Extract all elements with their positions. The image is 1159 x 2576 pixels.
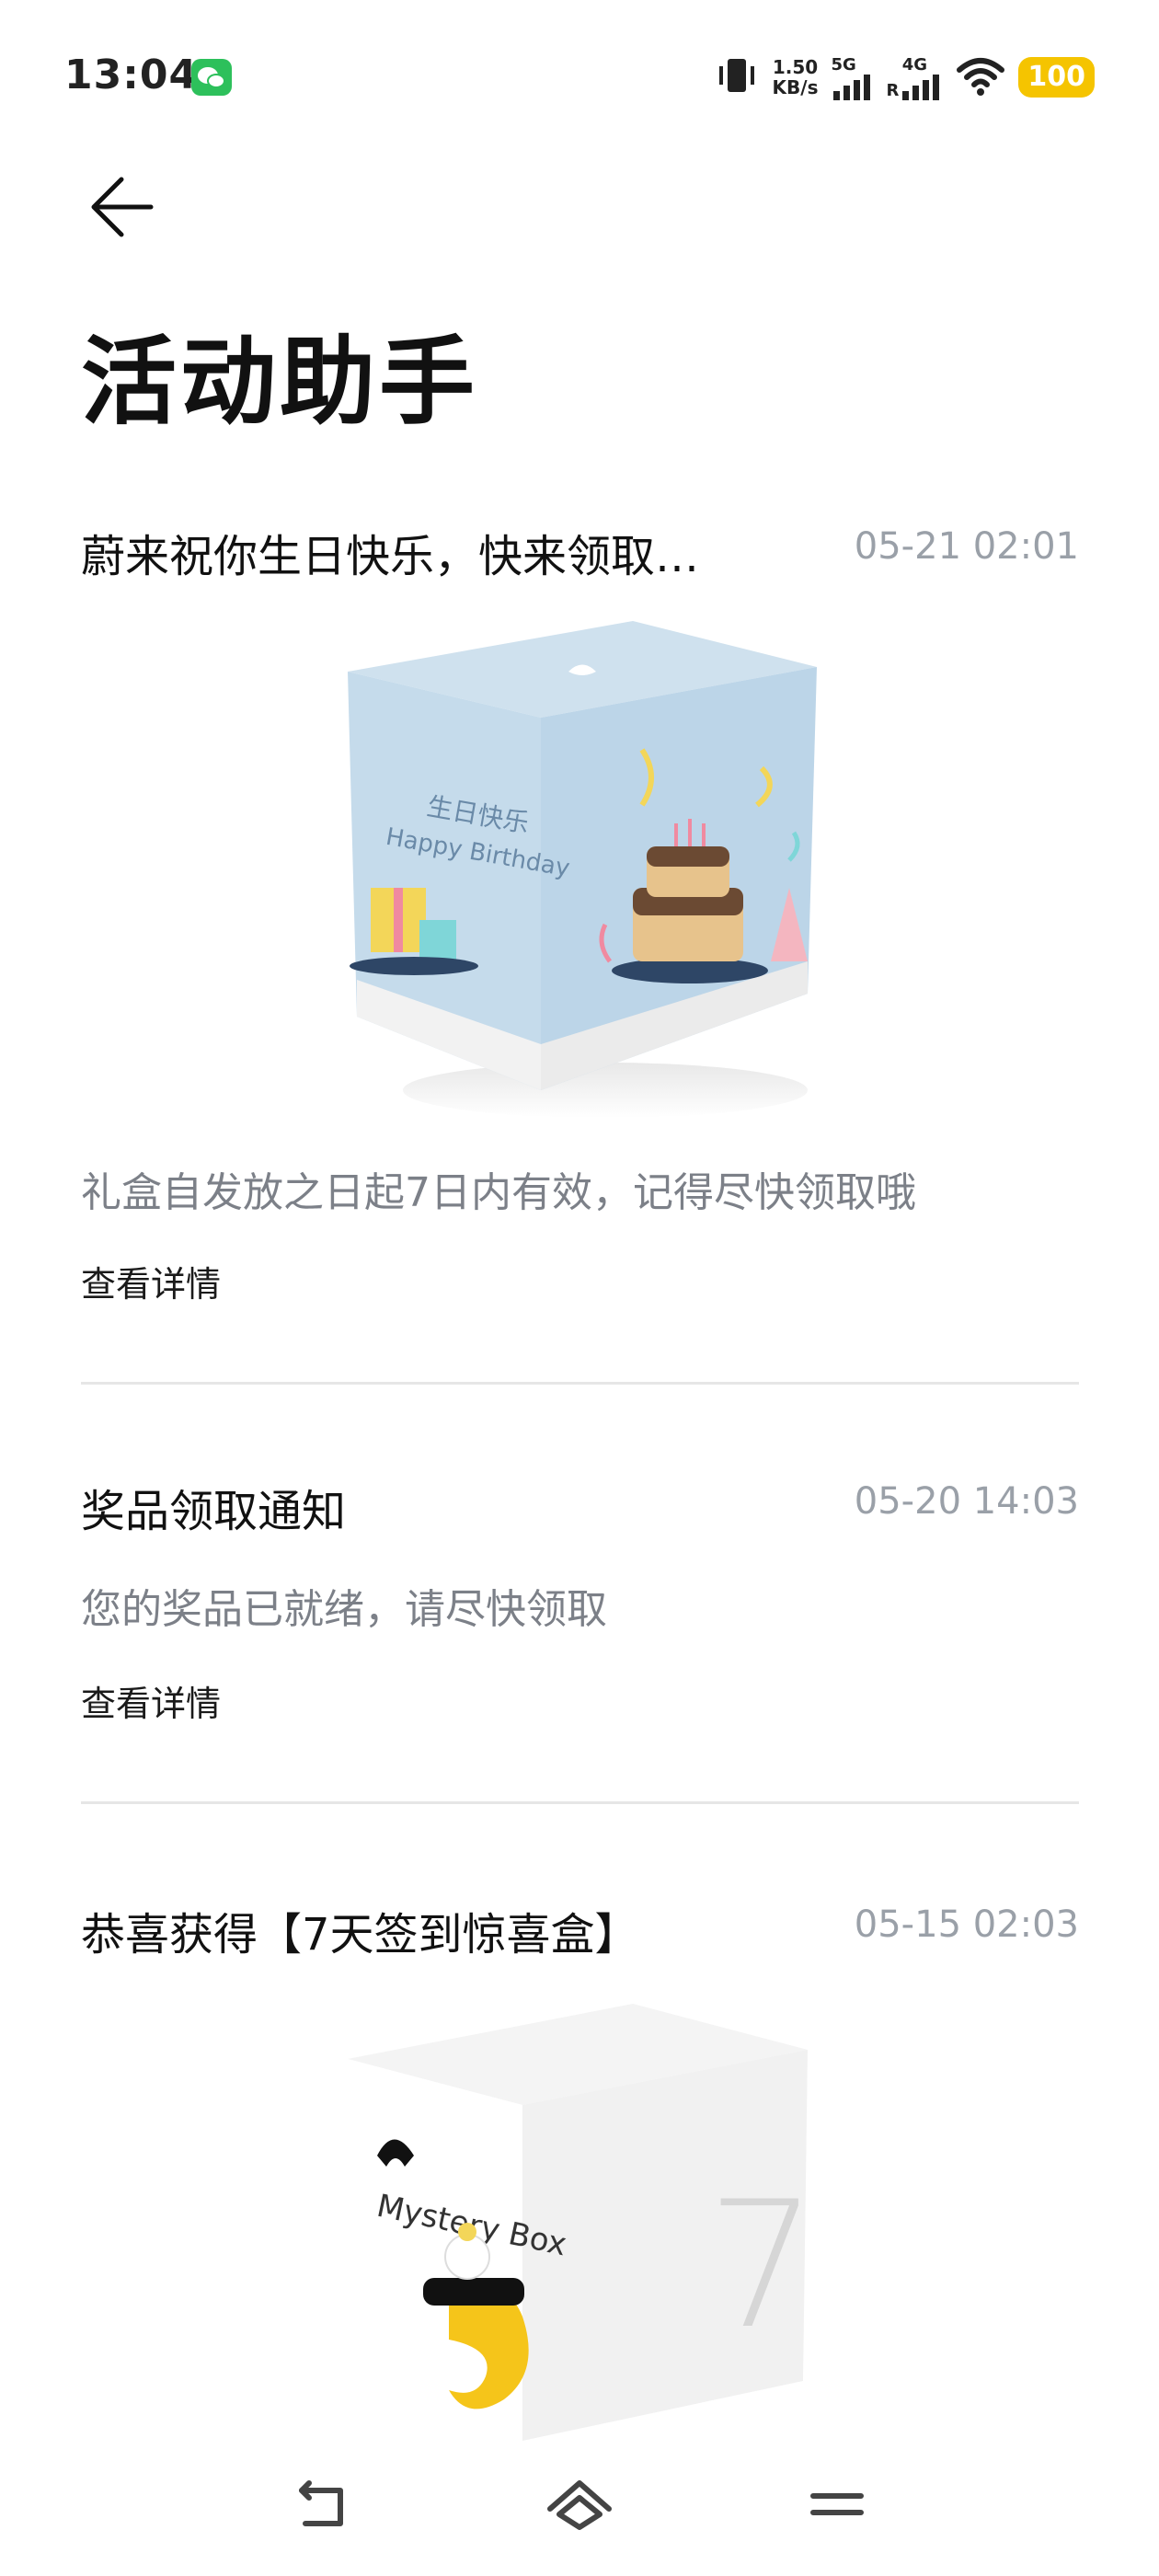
net-5g-label: 5G	[831, 54, 856, 75]
speed-value: 1.50	[772, 56, 819, 78]
signal-5g: 5G	[832, 55, 874, 100]
net-roaming-label: R	[886, 80, 900, 100]
view-details-link[interactable]: 查看详情	[81, 1256, 221, 1306]
nav-menu-button[interactable]	[800, 2470, 874, 2544]
network-speed: 1.50 KB/s	[773, 57, 819, 98]
system-nav-bar	[0, 2443, 1159, 2576]
signal-icon	[832, 74, 870, 100]
image-number: 7	[706, 2164, 818, 2367]
nav-menu-icon	[810, 2493, 864, 2515]
message-time: 05-21 02:01	[854, 525, 1079, 568]
birthday-gift-box-image[interactable]: 生日快乐 Happy Birthday	[329, 612, 881, 1127]
nav-back-button[interactable]	[285, 2470, 359, 2544]
message-title: 蔚来祝你生日快乐，快来领取…	[81, 531, 700, 582]
message-desc: 您的奖品已就绪，请尽快领取	[81, 1586, 607, 1633]
signal-icon	[902, 74, 940, 100]
back-button[interactable]	[85, 166, 167, 248]
nav-back-icon	[299, 2480, 343, 2526]
wifi-icon	[956, 55, 1005, 99]
back-arrow-icon	[91, 177, 154, 237]
view-details-link[interactable]: 查看详情	[81, 1675, 221, 1726]
message-title: 奖品领取通知	[81, 1486, 347, 1537]
battery-indicator: 100	[1018, 57, 1095, 98]
wechat-icon	[191, 59, 232, 96]
nav-home-icon	[547, 2480, 612, 2530]
message-card[interactable]: 奖品领取通知 05-20 14:03 您的奖品已就绪，请尽快领取 查看详情	[81, 1475, 1079, 1815]
mystery-box-image[interactable]: Mystery Box 7	[339, 1995, 890, 2441]
divider	[81, 1382, 1079, 1385]
signal-4g: 4G R	[887, 55, 944, 100]
message-title: 恭喜获得【7天签到惊喜盒】	[81, 1909, 639, 1961]
speed-unit: KB/s	[772, 76, 819, 98]
message-card[interactable]: 恭喜获得【7天签到惊喜盒】 05-15 02:03 Mystery Box 7	[81, 1898, 1079, 2450]
status-bar: 13:04 1.50 KB/s 5G 4G R 100	[0, 0, 1159, 138]
page-title: 活动助手	[81, 326, 479, 438]
divider	[81, 1801, 1079, 1804]
message-desc: 礼盒自发放之日起7日内有效，记得尽快领取哦	[81, 1169, 916, 1216]
message-card[interactable]: 蔚来祝你生日快乐，快来领取… 05-21 02:01 生日快乐 Happy Bi…	[81, 520, 1079, 1385]
net-4g-label: 4G	[901, 54, 928, 75]
message-time: 05-20 14:03	[854, 1480, 1079, 1523]
nav-home-button[interactable]	[543, 2470, 616, 2544]
status-time: 13:04	[64, 52, 199, 98]
message-time: 05-15 02:03	[854, 1903, 1079, 1946]
vibrate-icon	[714, 55, 760, 99]
status-icons: 1.50 KB/s 5G 4G R 100	[714, 52, 1095, 103]
